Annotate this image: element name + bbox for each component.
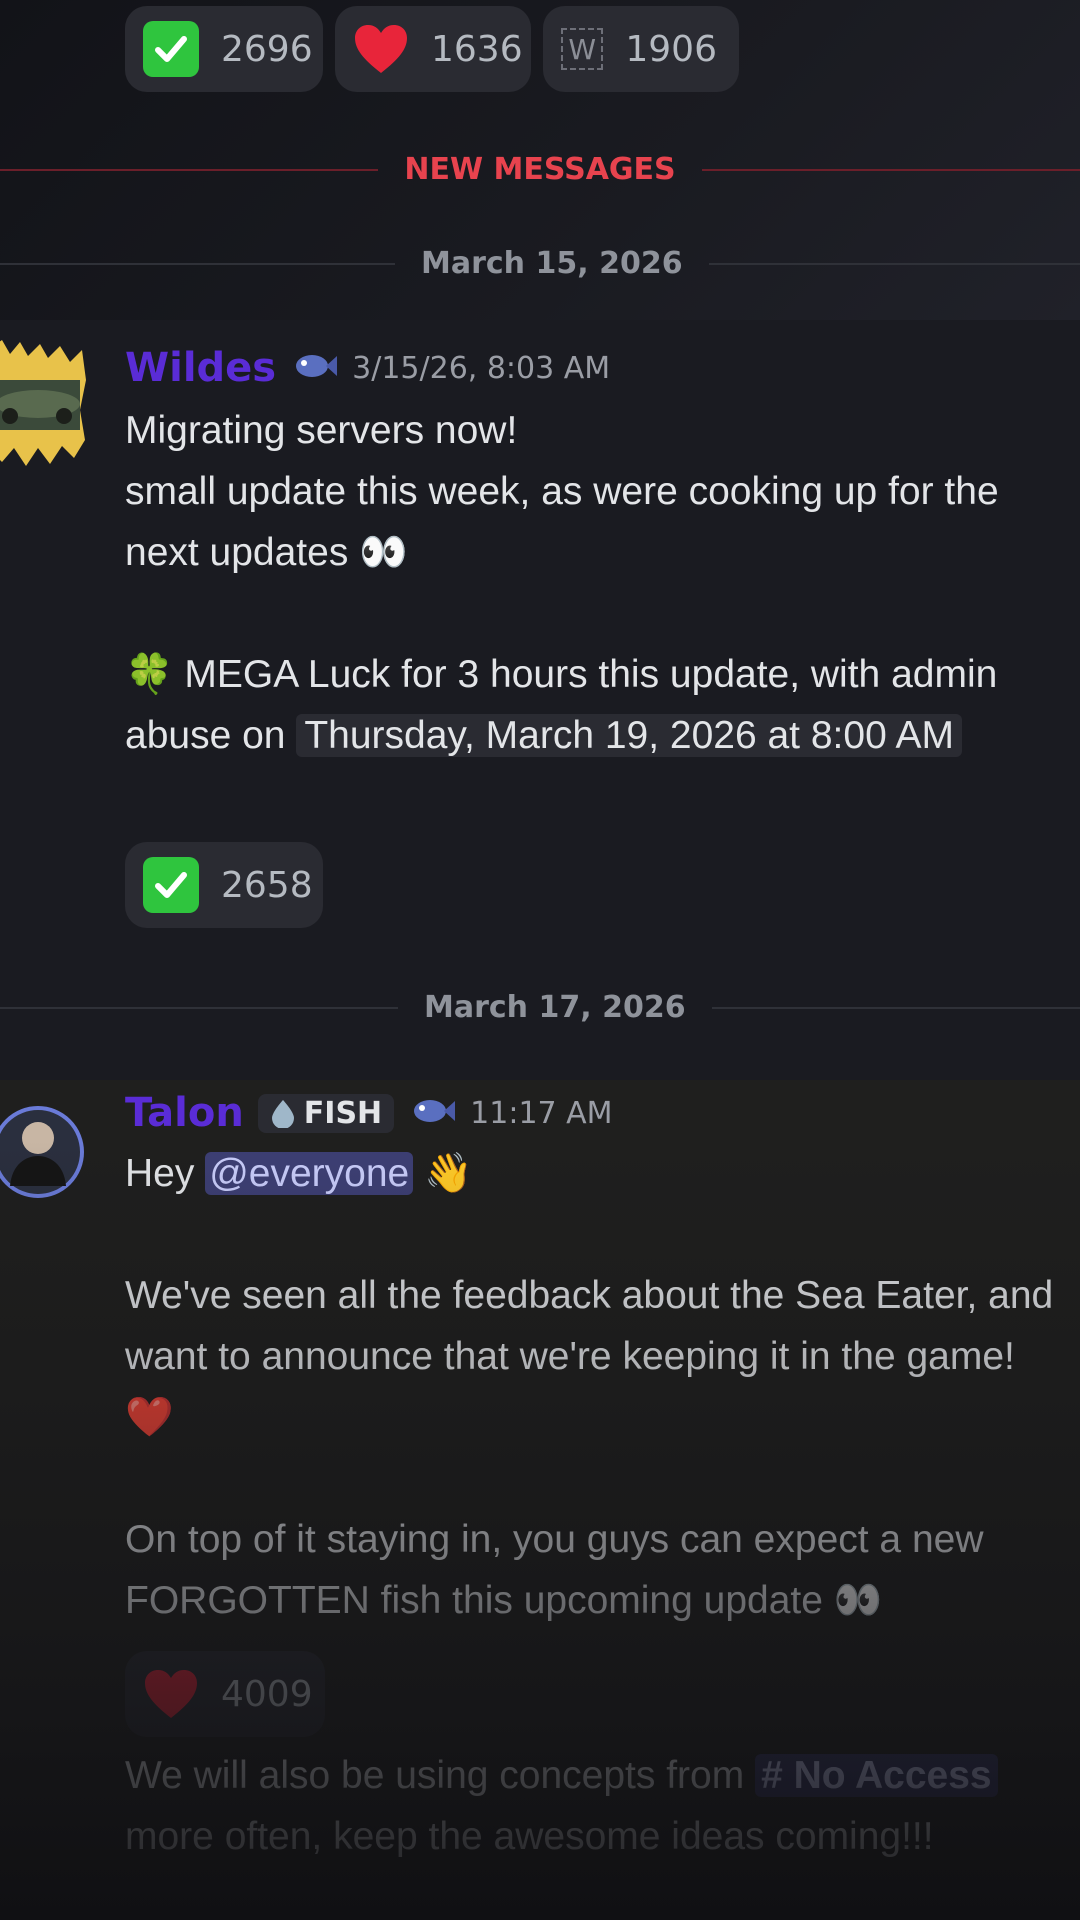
heart-icon [353, 21, 409, 77]
reaction-heart[interactable]: 4009 [125, 1651, 325, 1737]
top-reactions: 2696 1636 W 1906 [125, 6, 739, 92]
reaction-count: 1906 [625, 28, 717, 70]
message-paragraph: We've seen all the feedback about the Se… [125, 1274, 1054, 1439]
username[interactable]: Wildes [125, 345, 276, 391]
message-body: Migrating servers now! small update this… [125, 400, 1055, 766]
message-paragraph: On top of it staying in, you guys can ex… [125, 1518, 984, 1622]
new-messages-label: NEW MESSAGES [404, 152, 676, 187]
timestamp-mention[interactable]: Thursday, March 19, 2026 at 8:00 AM [296, 714, 962, 757]
check-mark-icon [143, 857, 199, 913]
date-label: March 17, 2026 [424, 990, 686, 1025]
everyone-mention[interactable]: @everyone [205, 1152, 414, 1195]
check-mark-icon [143, 21, 199, 77]
message-paragraph: We will also be using concepts from # No… [125, 1745, 1055, 1867]
drop-icon [271, 1100, 294, 1128]
date-divider: March 15, 2026 [0, 246, 1080, 281]
heart-icon [143, 1666, 199, 1722]
reaction-heart[interactable]: 1636 [335, 6, 531, 92]
message-line: Hey @everyone 👋 [125, 1152, 473, 1195]
w-emoji-icon: W [561, 21, 604, 77]
date-label: March 15, 2026 [421, 246, 683, 281]
timestamp: 3/15/26, 8:03 AM [352, 350, 611, 386]
message-body: Hey @everyone 👋 We've seen all the feedb… [125, 1143, 1055, 1631]
message-header: Talon FISH 11:17 AM [125, 1090, 613, 1136]
date-divider: March 17, 2026 [0, 990, 1080, 1025]
reaction-w[interactable]: W 1906 [543, 6, 739, 92]
channel-mention[interactable]: # No Access [755, 1754, 998, 1797]
reaction-count: 4009 [221, 1673, 313, 1715]
avatar[interactable] [0, 1090, 97, 1210]
new-messages-divider: NEW MESSAGES [0, 152, 1080, 187]
message-line: Migrating servers now! [125, 409, 518, 452]
avatar[interactable] [0, 340, 95, 470]
fish-badge-icon [408, 1093, 456, 1133]
fish-badge-icon [290, 348, 338, 388]
role-tag[interactable]: FISH [257, 1093, 395, 1133]
reaction-count: 2658 [221, 864, 313, 906]
timestamp: 11:17 AM [470, 1095, 613, 1131]
reaction-check[interactable]: 2696 [125, 6, 323, 92]
message-header: Wildes 3/15/26, 8:03 AM [125, 345, 610, 391]
reaction-check[interactable]: 2658 [125, 842, 323, 928]
message-line: 🍀 MEGA Luck for 3 hours this update, wit… [125, 653, 998, 757]
reaction-count: 2696 [221, 28, 313, 70]
username[interactable]: Talon [125, 1090, 244, 1136]
role-tag-label: FISH [303, 1095, 383, 1131]
message-line: small update this week, as were cooking … [125, 470, 999, 574]
reaction-count: 1636 [431, 28, 523, 70]
